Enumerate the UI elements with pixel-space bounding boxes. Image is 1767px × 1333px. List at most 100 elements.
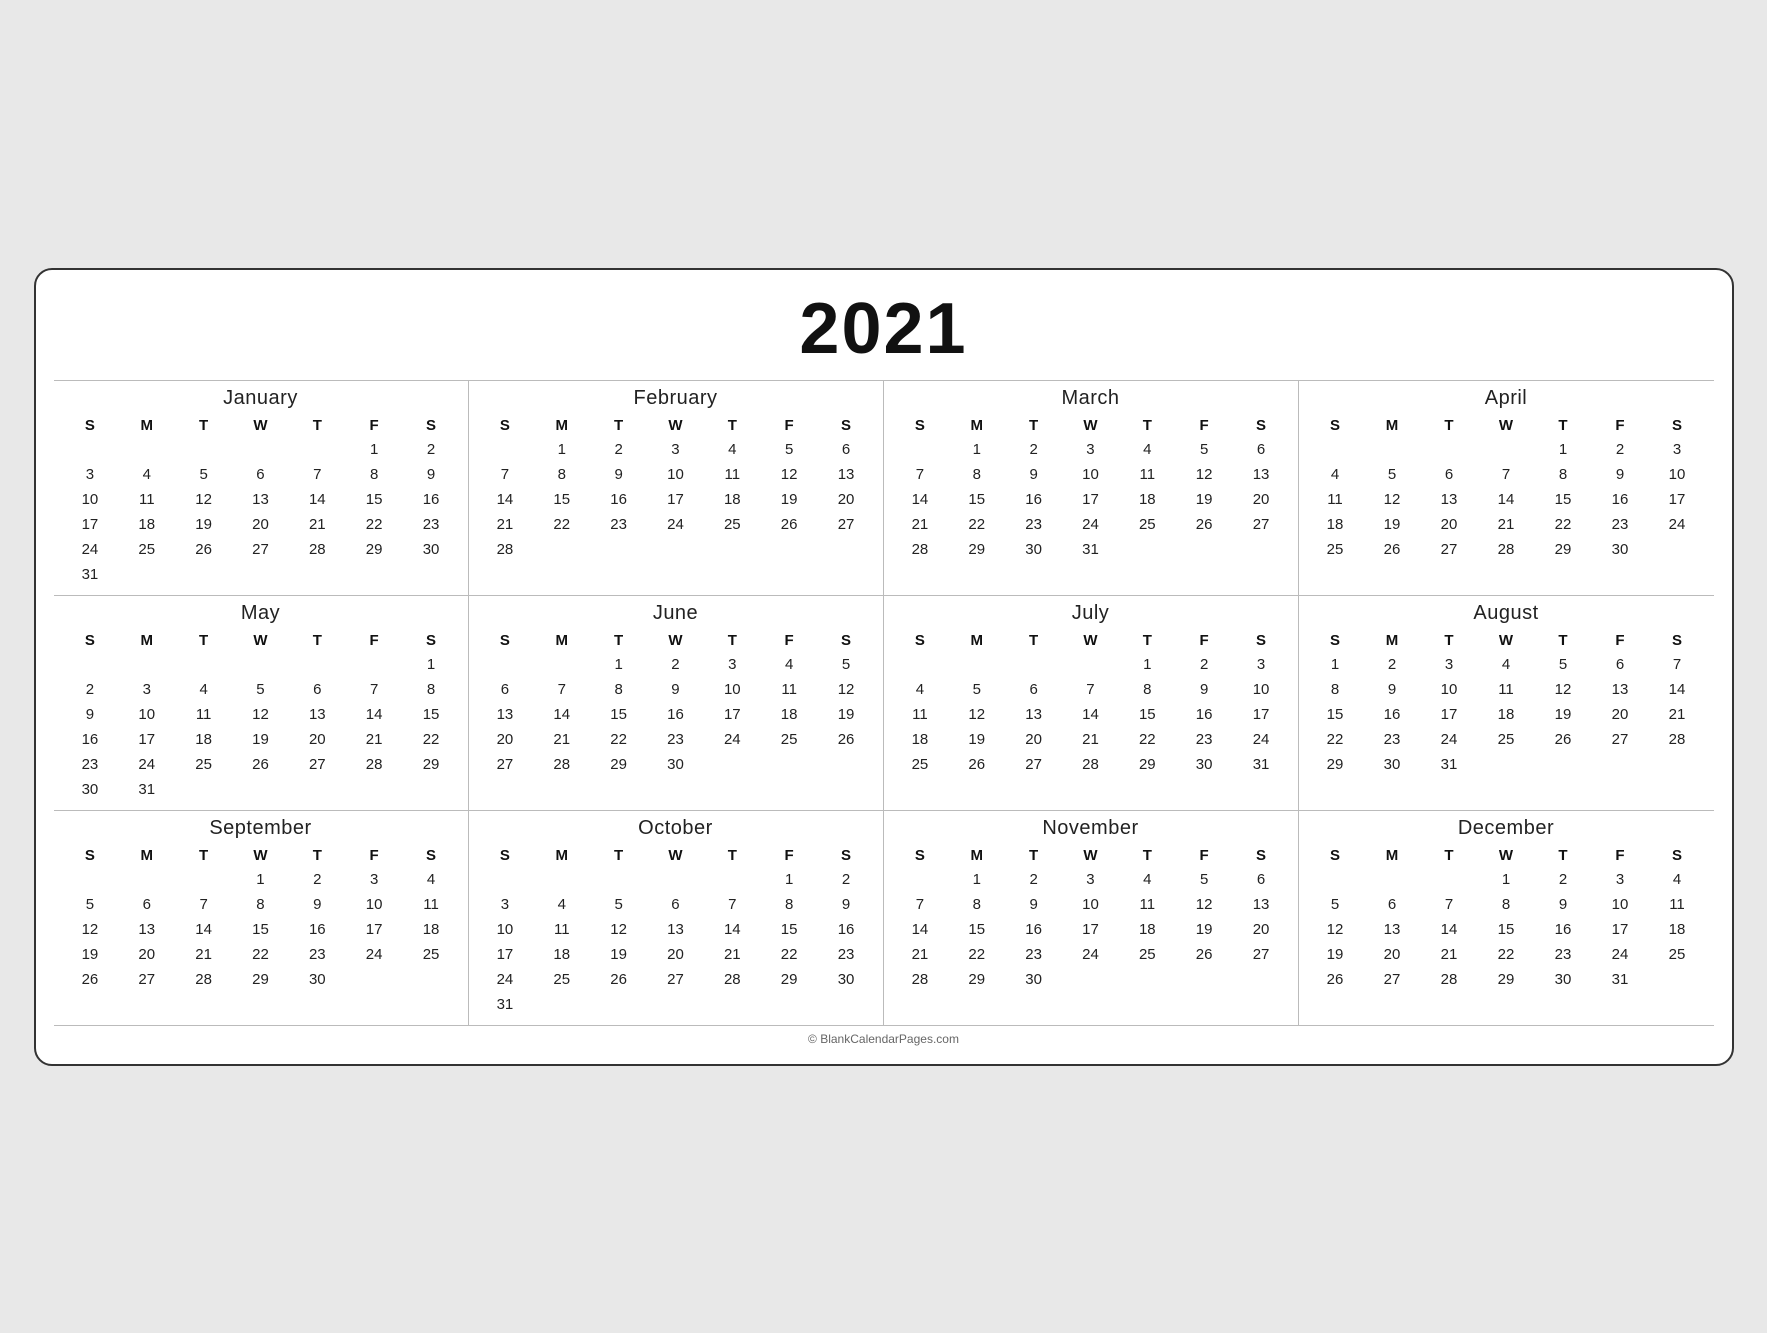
day-cell: 18 <box>704 487 761 512</box>
day-cell: 9 <box>1535 892 1592 917</box>
day-cell: 25 <box>533 967 590 992</box>
week-row: 123 <box>892 652 1290 677</box>
day-cell: 7 <box>346 677 403 702</box>
day-cell: 25 <box>175 752 232 777</box>
day-cell: 12 <box>761 462 818 487</box>
week-row: 1 <box>62 652 460 677</box>
day-cell: 29 <box>403 752 460 777</box>
week-row: 567891011 <box>1307 892 1706 917</box>
day-cell: 24 <box>647 512 704 537</box>
day-cell: 15 <box>948 917 1005 942</box>
week-row: 21222324252627 <box>477 512 875 537</box>
day-cell <box>704 537 761 562</box>
day-cell: 18 <box>1649 917 1706 942</box>
week-row: 252627282930 <box>1307 537 1706 562</box>
day-cell <box>892 867 949 892</box>
day-cell: 11 <box>704 462 761 487</box>
day-cell: 26 <box>1535 727 1592 752</box>
day-cell: 21 <box>1478 512 1535 537</box>
day-cell <box>232 777 289 802</box>
day-cell: 10 <box>1233 677 1290 702</box>
day-cell: 22 <box>1119 727 1176 752</box>
day-cell: 24 <box>704 727 761 752</box>
day-cell: 17 <box>1233 702 1290 727</box>
week-row: 22232425262728 <box>1307 727 1706 752</box>
day-cell: 12 <box>232 702 289 727</box>
week-row: 262728293031 <box>1307 967 1706 992</box>
day-cell: 25 <box>1478 727 1535 752</box>
day-header: T <box>1005 414 1062 437</box>
day-header: T <box>1535 844 1592 867</box>
week-row: 11121314151617 <box>1307 487 1706 512</box>
day-cell: 21 <box>346 727 403 752</box>
day-cell: 5 <box>175 462 232 487</box>
day-cell: 5 <box>232 677 289 702</box>
day-cell: 18 <box>1119 917 1176 942</box>
week-row: 123456 <box>892 437 1290 462</box>
day-header: T <box>1535 414 1592 437</box>
cal-table: SMTWTFS123456789101112131415161718192021… <box>892 629 1290 777</box>
day-cell <box>647 992 704 1017</box>
day-cell: 14 <box>346 702 403 727</box>
day-cell: 3 <box>704 652 761 677</box>
day-cell: 4 <box>892 677 949 702</box>
day-cell: 7 <box>533 677 590 702</box>
cal-table: SMTWTFS123456789101112131415161718192021… <box>477 629 875 777</box>
cal-table: SMTWTFS123456789101112131415161718192021… <box>1307 629 1706 777</box>
day-header: S <box>1233 414 1290 437</box>
month-name: February <box>477 387 875 410</box>
day-header: S <box>403 844 460 867</box>
day-cell: 18 <box>1478 702 1535 727</box>
day-cell: 8 <box>403 677 460 702</box>
day-cell: 21 <box>1421 942 1478 967</box>
day-cell: 3 <box>647 437 704 462</box>
day-cell: 16 <box>403 487 460 512</box>
day-cell <box>1478 752 1535 777</box>
day-cell: 9 <box>647 677 704 702</box>
day-cell: 27 <box>1233 942 1290 967</box>
day-cell: 29 <box>346 537 403 562</box>
day-cell <box>232 652 289 677</box>
day-cell: 8 <box>1307 677 1364 702</box>
day-cell: 17 <box>647 487 704 512</box>
day-cell: 19 <box>948 727 1005 752</box>
day-cell <box>892 652 949 677</box>
day-cell <box>477 652 534 677</box>
day-cell: 19 <box>1535 702 1592 727</box>
day-cell: 26 <box>175 537 232 562</box>
day-cell <box>289 562 346 587</box>
week-row: 27282930 <box>477 752 875 777</box>
day-cell <box>1062 652 1119 677</box>
day-cell <box>590 537 647 562</box>
day-cell: 7 <box>892 892 949 917</box>
month-name: September <box>62 817 460 840</box>
day-cell: 16 <box>590 487 647 512</box>
day-cell: 1 <box>1307 652 1364 677</box>
day-cell: 28 <box>289 537 346 562</box>
day-cell: 13 <box>818 462 875 487</box>
day-cell: 27 <box>1005 752 1062 777</box>
day-cell <box>1535 752 1592 777</box>
day-header: T <box>1005 844 1062 867</box>
day-cell: 1 <box>533 437 590 462</box>
day-cell: 23 <box>647 727 704 752</box>
day-cell: 28 <box>175 967 232 992</box>
day-cell <box>1421 437 1478 462</box>
day-header: T <box>704 414 761 437</box>
week-row: 123456 <box>477 437 875 462</box>
day-cell <box>590 992 647 1017</box>
day-cell: 28 <box>1421 967 1478 992</box>
day-cell: 8 <box>533 462 590 487</box>
day-cell <box>1176 537 1233 562</box>
week-row: 12 <box>62 437 460 462</box>
day-cell: 9 <box>590 462 647 487</box>
day-cell: 16 <box>818 917 875 942</box>
day-cell: 18 <box>533 942 590 967</box>
day-cell: 25 <box>118 537 175 562</box>
day-header: M <box>1364 844 1421 867</box>
day-cell: 12 <box>175 487 232 512</box>
day-header: T <box>289 629 346 652</box>
day-cell <box>761 992 818 1017</box>
day-cell: 24 <box>477 967 534 992</box>
week-row: 15161718192021 <box>1307 702 1706 727</box>
